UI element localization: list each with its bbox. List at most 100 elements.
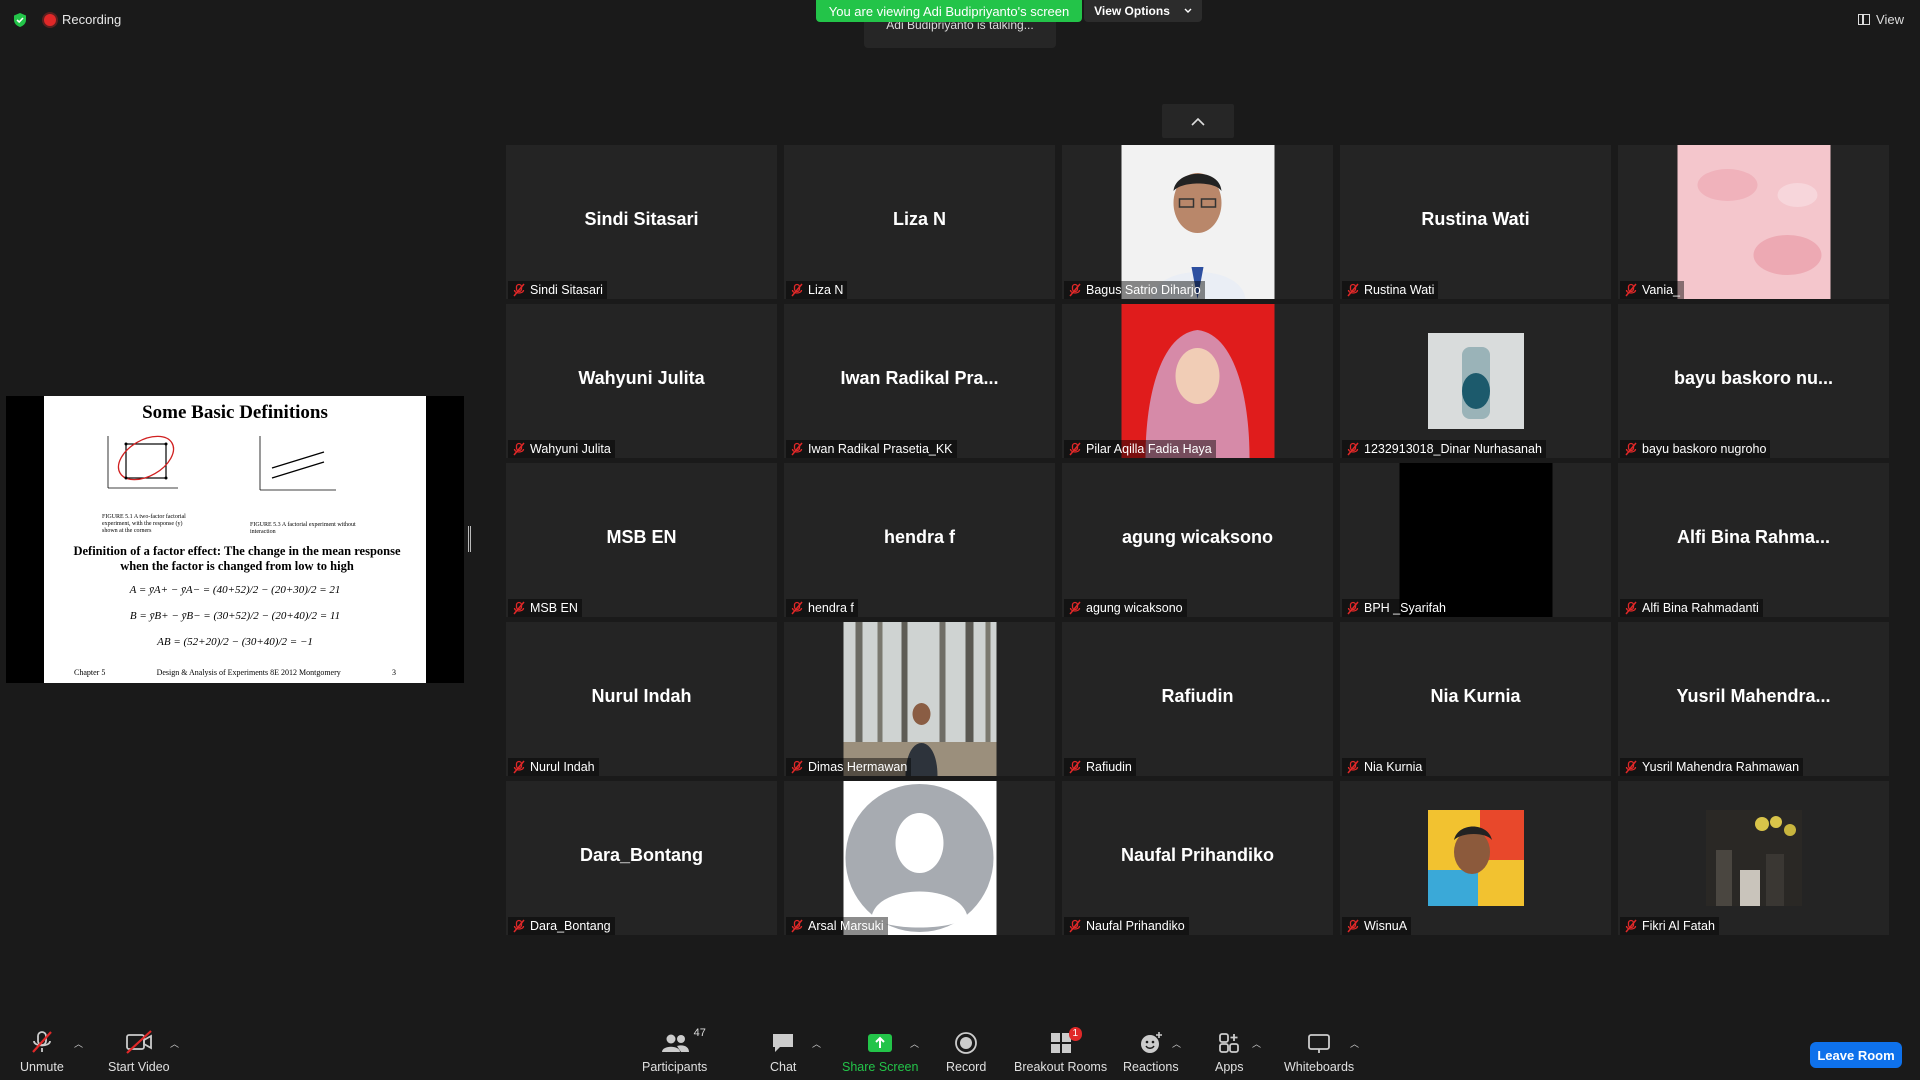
view-options-label: View Options <box>1094 4 1170 18</box>
whiteboards-options-caret-icon[interactable]: ︿ <box>1350 1037 1359 1050</box>
participant-tile[interactable]: Wahyuni Julita Wahyuni Julita <box>506 304 777 458</box>
participant-display-name: Rafiudin <box>1161 686 1234 706</box>
participant-tile[interactable]: Naufal Prihandiko Naufal Prihandiko <box>1062 781 1333 935</box>
participant-display-name: Dara_Bontang <box>579 845 704 865</box>
equation-a: A = ȳA+ − ȳA− = (40+52)/2 − (20+30)/2 = … <box>129 584 341 596</box>
participant-tile[interactable]: agung wicaksono agung wicaksono <box>1062 463 1333 617</box>
slide-footer: Chapter 5 Design & Analysis of Experimen… <box>74 668 396 677</box>
participant-name-label: Wahyuni Julita <box>508 440 615 458</box>
participant-display-name: bayu baskoro nu... <box>1673 368 1834 388</box>
start-video-label: Start Video <box>108 1060 170 1074</box>
participant-tile[interactable]: Nia Kurnia Nia Kurnia <box>1340 622 1611 776</box>
participant-name-label: Yusril Mahendra Rahmawan <box>1620 758 1804 776</box>
participant-tile[interactable]: Vania_ <box>1618 145 1889 299</box>
unmute-button[interactable]: Unmute <box>20 1029 64 1074</box>
participant-tile[interactable]: Rustina Wati Rustina Wati <box>1340 145 1611 299</box>
start-video-button[interactable]: Start Video <box>108 1029 170 1074</box>
participant-tile[interactable]: Rafiudin Rafiudin <box>1062 622 1333 776</box>
record-button[interactable]: Record <box>946 1031 986 1074</box>
apps-label: Apps <box>1215 1060 1244 1074</box>
shield-icon[interactable] <box>12 12 28 28</box>
participant-tile[interactable]: Pilar Aqilla Fadia Haya <box>1062 304 1333 458</box>
participant-name-label: Vania_ <box>1620 281 1684 299</box>
chat-label: Chat <box>770 1060 797 1074</box>
participant-name: Nurul Indah <box>530 760 595 774</box>
apps-button[interactable]: Apps <box>1215 1031 1244 1074</box>
participants-count: 47 <box>693 1027 706 1039</box>
participant-tile[interactable]: Sindi Sitasari Sindi Sitasari <box>506 145 777 299</box>
participant-display-name: Nurul Indah <box>591 686 692 706</box>
share-options-caret-icon[interactable]: ︿ <box>910 1037 919 1050</box>
participant-name: Arsal Marsuki <box>808 919 884 933</box>
mic-muted-icon <box>1347 601 1359 615</box>
participant-tile[interactable]: Nurul Indah Nurul Indah <box>506 622 777 776</box>
slide-footer-right: 3 <box>392 668 396 677</box>
slide-definition: Definition of a factor effect: The chang… <box>73 544 401 573</box>
share-screen-button[interactable]: Share Screen <box>842 1031 918 1074</box>
participant-tile[interactable]: Arsal Marsuki <box>784 781 1055 935</box>
participant-tile[interactable]: 1232913018_Dinar Nurhasanah <box>1340 304 1611 458</box>
participant-display-name: Alfi Bina Rahma... <box>1676 527 1831 547</box>
participant-name: Alfi Bina Rahmadanti <box>1642 601 1759 615</box>
video-options-caret-icon[interactable]: ︿ <box>170 1037 179 1050</box>
participant-name: Nia Kurnia <box>1364 760 1423 774</box>
participant-name: BPH _Syarifah <box>1364 601 1446 615</box>
mic-muted-icon <box>1625 283 1637 297</box>
collapse-gallery-button[interactable] <box>1162 104 1234 138</box>
participant-name-label: agung wicaksono <box>1064 599 1187 617</box>
participant-tile[interactable]: Iwan Radikal Pra... Iwan Radikal Prasetia… <box>784 304 1055 458</box>
participant-name: WisnuA <box>1364 919 1408 933</box>
apps-options-caret-icon[interactable]: ︿ <box>1252 1037 1261 1050</box>
reactions-button[interactable]: Reactions <box>1123 1031 1179 1074</box>
viewing-text: You are viewing Adi Budipriyanto's scree… <box>828 3 1070 19</box>
mic-muted-icon <box>1347 760 1359 774</box>
participant-video <box>1121 304 1274 458</box>
participant-display-name: Rustina Wati <box>1421 209 1530 229</box>
participant-name: 1232913018_Dinar Nurhasanah <box>1364 442 1542 456</box>
shared-screen-view[interactable]: Some Basic Definitions FIGURE 5.1 A two-… <box>6 396 464 683</box>
participant-video <box>1677 145 1830 299</box>
participant-tile[interactable]: MSB EN MSB EN <box>506 463 777 617</box>
participant-tile[interactable]: Fikri Al Fatah <box>1618 781 1889 935</box>
view-options-button[interactable]: View Options <box>1084 0 1202 22</box>
interaction-plot-figure <box>259 436 336 491</box>
participants-icon <box>661 1034 689 1052</box>
view-button[interactable]: View <box>1858 12 1904 27</box>
participant-tile[interactable]: BPH _Syarifah <box>1340 463 1611 617</box>
participant-video <box>1427 810 1524 906</box>
leave-room-button[interactable]: Leave Room <box>1810 1042 1902 1068</box>
chevron-down-icon <box>1184 8 1192 13</box>
reactions-label: Reactions <box>1123 1060 1179 1074</box>
participant-tile[interactable]: bayu baskoro nu... bayu baskoro nugroho <box>1618 304 1889 458</box>
whiteboards-button[interactable]: Whiteboards <box>1284 1031 1354 1074</box>
apps-icon <box>1219 1033 1240 1053</box>
participant-tile[interactable]: Bagus Satrio Diharjo <box>1062 145 1333 299</box>
reactions-options-caret-icon[interactable]: ︿ <box>1172 1037 1181 1050</box>
participant-tile[interactable]: WisnuA <box>1340 781 1611 935</box>
participant-tile[interactable]: Liza N Liza N <box>784 145 1055 299</box>
breakout-rooms-button[interactable]: 1 Breakout Rooms <box>1014 1027 1107 1074</box>
whiteboards-label: Whiteboards <box>1284 1060 1355 1074</box>
recording-indicator[interactable]: Recording <box>44 12 121 27</box>
participant-name-label: Rafiudin <box>1064 758 1136 776</box>
mic-muted-icon <box>513 442 525 456</box>
participant-name: Iwan Radikal Prasetia_KK <box>808 442 953 456</box>
participants-button[interactable]: 47 Participants <box>642 1027 708 1074</box>
participant-display-name: Nia Kurnia <box>1430 686 1521 706</box>
mic-muted-icon <box>791 283 803 297</box>
audio-options-caret-icon[interactable]: ︿ <box>74 1037 83 1050</box>
leave-room-label: Leave Room <box>1817 1047 1895 1063</box>
chat-options-caret-icon[interactable]: ︿ <box>812 1037 821 1050</box>
resize-handle[interactable] <box>468 526 471 552</box>
default-avatar-icon <box>843 781 996 935</box>
participant-tile[interactable]: Yusril Mahendra... Yusril Mahendra Rahmaw… <box>1618 622 1889 776</box>
participant-tile[interactable]: hendra f hendra f <box>784 463 1055 617</box>
participant-tile[interactable]: Alfi Bina Rahma... Alfi Bina Rahmadanti <box>1618 463 1889 617</box>
participant-tile[interactable]: Dara_Bontang Dara_Bontang <box>506 781 777 935</box>
meeting-toolbar: Unmute ︿ Start Video ︿ 47 Participants C… <box>0 1016 1920 1080</box>
viewing-screen-banner: You are viewing Adi Budipriyanto's scree… <box>816 0 1082 22</box>
chat-button[interactable]: Chat <box>770 1031 796 1074</box>
participant-tile[interactable]: Dimas Hermawan <box>784 622 1055 776</box>
participants-label: Participants <box>642 1060 708 1074</box>
figure-1-caption: FIGURE 5.1 A two-factor factorial experi… <box>102 514 186 534</box>
